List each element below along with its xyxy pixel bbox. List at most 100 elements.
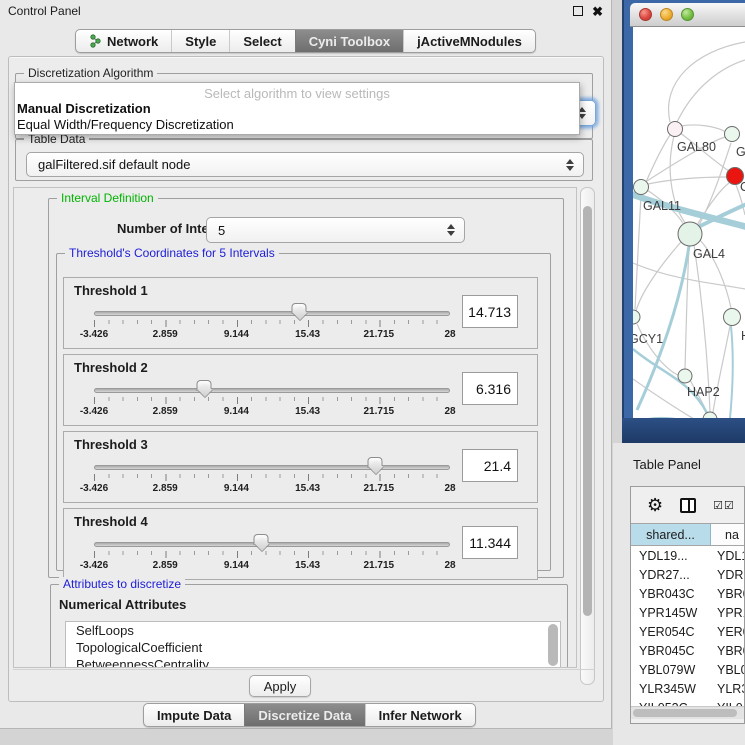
threshold-value-field[interactable]: 11.344 <box>462 526 518 559</box>
cell-name[interactable]: YDR2 <box>711 568 744 582</box>
cell-shared-name[interactable]: YDL19... <box>631 549 711 563</box>
network-edge[interactable] <box>646 135 670 182</box>
slider-track[interactable] <box>94 542 450 547</box>
table-row[interactable]: YIL052CYIL0 <box>631 698 744 706</box>
network-canvas[interactable]: GAL80GACGAL11GAL4GCY1HHAP2 <box>633 27 745 418</box>
network-node[interactable] <box>703 412 717 418</box>
attribute-list-item[interactable]: BetweennessCentrality <box>66 656 560 668</box>
slider-scale-label: 21.715 <box>364 406 395 417</box>
threshold-slider[interactable]: -3.4262.8599.14415.4321.71528 <box>94 381 450 425</box>
cell-name[interactable]: YBR0 <box>711 644 744 658</box>
threshold-value-field[interactable]: 6.316 <box>462 372 518 405</box>
threshold-value-field[interactable]: 21.4 <box>462 449 518 482</box>
list-scrollbar-thumb[interactable] <box>548 624 558 666</box>
tab-label: Select <box>243 34 281 49</box>
network-node[interactable] <box>633 310 640 324</box>
table-row[interactable]: YDL19...YDL1 <box>631 546 744 565</box>
slider-track[interactable] <box>94 388 450 393</box>
table-row[interactable]: YER054CYER0 <box>631 622 744 641</box>
threshold-slider[interactable]: -3.4262.8599.14415.4321.71528 <box>94 304 450 348</box>
network-edge[interactable] <box>730 326 733 418</box>
cell-name[interactable]: YPR1 <box>711 606 744 620</box>
slider-scale-label: 15.43 <box>295 406 320 417</box>
select-columns-checkbox-icons[interactable]: ☑☑ <box>713 499 735 512</box>
attribute-list-item[interactable]: TopologicalCoefficient <box>66 639 560 656</box>
close-traffic-light-icon[interactable] <box>639 8 652 21</box>
cell-shared-name[interactable]: YLR345W <box>631 682 711 696</box>
cell-name[interactable]: YDL1 <box>711 549 744 563</box>
zoom-traffic-light-icon[interactable] <box>681 8 694 21</box>
slider-thumb[interactable] <box>368 457 383 474</box>
slider-track[interactable] <box>94 311 450 316</box>
table-row[interactable]: YBL079WYBL0 <box>631 660 744 679</box>
table-row[interactable]: YPR145WYPR1 <box>631 603 744 622</box>
attribute-list-item[interactable]: SelfLoops <box>66 622 560 639</box>
network-edge[interactable] <box>681 125 726 132</box>
network-edge[interactable] <box>648 177 727 184</box>
cell-shared-name[interactable]: YBR043C <box>631 587 711 601</box>
tab-label: Impute Data <box>157 708 231 723</box>
list-scrollbar[interactable] <box>548 624 558 668</box>
network-node[interactable] <box>725 127 740 142</box>
threshold-slider[interactable]: -3.4262.8599.14415.4321.71528 <box>94 458 450 502</box>
column-header-name[interactable]: na <box>711 524 744 545</box>
minimize-traffic-light-icon[interactable] <box>660 8 673 21</box>
threshold-value-field[interactable]: 14.713 <box>462 295 518 328</box>
cell-name[interactable]: YBR0 <box>711 587 744 601</box>
close-icon[interactable]: ✖ <box>592 5 603 18</box>
column-layout-icon[interactable] <box>680 498 696 513</box>
tab-jactivemnodules[interactable]: jActiveMNodules <box>403 30 535 52</box>
column-header-shared-name[interactable]: shared... <box>631 524 711 545</box>
number-of-intervals-combobox[interactable]: 5 <box>206 217 465 243</box>
cell-name[interactable]: YER0 <box>711 625 744 639</box>
subtab-infer-network[interactable]: Infer Network <box>365 704 475 726</box>
network-view-window: GAL80GACGAL11GAL4GCY1HHAP2 <box>622 0 745 443</box>
settings-scrollpane: Interval Definition Number of Intervals … <box>13 187 595 741</box>
tab-network[interactable]: Network <box>76 30 171 52</box>
combo-stepper-icon[interactable] <box>447 224 456 236</box>
network-node-label: GAL80 <box>677 140 716 154</box>
dropdown-option-equal-width-frequency[interactable]: Equal Width/Frequency Discretization <box>15 116 579 132</box>
network-edge[interactable] <box>713 326 730 412</box>
network-edge[interactable] <box>633 263 745 289</box>
tab-cyni-toolbox[interactable]: Cyni Toolbox <box>295 30 403 52</box>
slider-track[interactable] <box>94 465 450 470</box>
table-hscrollbar-thumb[interactable] <box>633 709 737 717</box>
subtab-discretize-data[interactable]: Discretize Data <box>244 704 364 726</box>
slider-thumb[interactable] <box>292 303 307 320</box>
cell-shared-name[interactable]: YBL079W <box>631 663 711 677</box>
slider-thumb[interactable] <box>254 534 269 551</box>
table-row[interactable]: YBR045CYBR0 <box>631 641 744 660</box>
network-node[interactable] <box>678 369 692 383</box>
tab-style[interactable]: Style <box>171 30 229 52</box>
slider-thumb[interactable] <box>197 380 212 397</box>
tab-select[interactable]: Select <box>229 30 294 52</box>
table-data-combobox[interactable]: galFiltered.sif default node <box>26 152 584 177</box>
network-node[interactable] <box>634 180 649 195</box>
combo-stepper-icon[interactable] <box>566 159 575 171</box>
network-edge[interactable] <box>637 246 689 410</box>
table-horizontal-scrollbar[interactable] <box>631 706 744 719</box>
cell-name[interactable]: YLR3 <box>711 682 744 696</box>
float-window-icon[interactable] <box>573 6 583 16</box>
network-node[interactable] <box>678 222 702 246</box>
panel-scrollbar-thumb[interactable] <box>583 206 592 616</box>
cell-shared-name[interactable]: YBR045C <box>631 644 711 658</box>
cell-shared-name[interactable]: YDR27... <box>631 568 711 582</box>
subtab-impute-data[interactable]: Impute Data <box>144 704 244 726</box>
cell-name[interactable]: YBL0 <box>711 663 744 677</box>
network-edge[interactable] <box>635 195 641 309</box>
apply-button[interactable]: Apply <box>249 675 311 697</box>
panel-scrollbar[interactable] <box>580 187 595 685</box>
cell-shared-name[interactable]: YPR145W <box>631 606 711 620</box>
network-node[interactable] <box>668 122 683 137</box>
table-row[interactable]: YLR345WYLR3 <box>631 679 744 698</box>
numerical-attributes-list[interactable]: SelfLoopsTopologicalCoefficientBetweenne… <box>65 621 561 668</box>
network-node[interactable] <box>724 309 741 326</box>
dropdown-option-manual-discretization[interactable]: Manual Discretization <box>15 100 579 116</box>
gear-icon[interactable]: ⚙ <box>647 496 663 514</box>
threshold-slider[interactable]: -3.4262.8599.14415.4321.71528 <box>94 535 450 579</box>
table-row[interactable]: YBR043CYBR0 <box>631 584 744 603</box>
table-row[interactable]: YDR27...YDR2 <box>631 565 744 584</box>
cell-shared-name[interactable]: YER054C <box>631 625 711 639</box>
